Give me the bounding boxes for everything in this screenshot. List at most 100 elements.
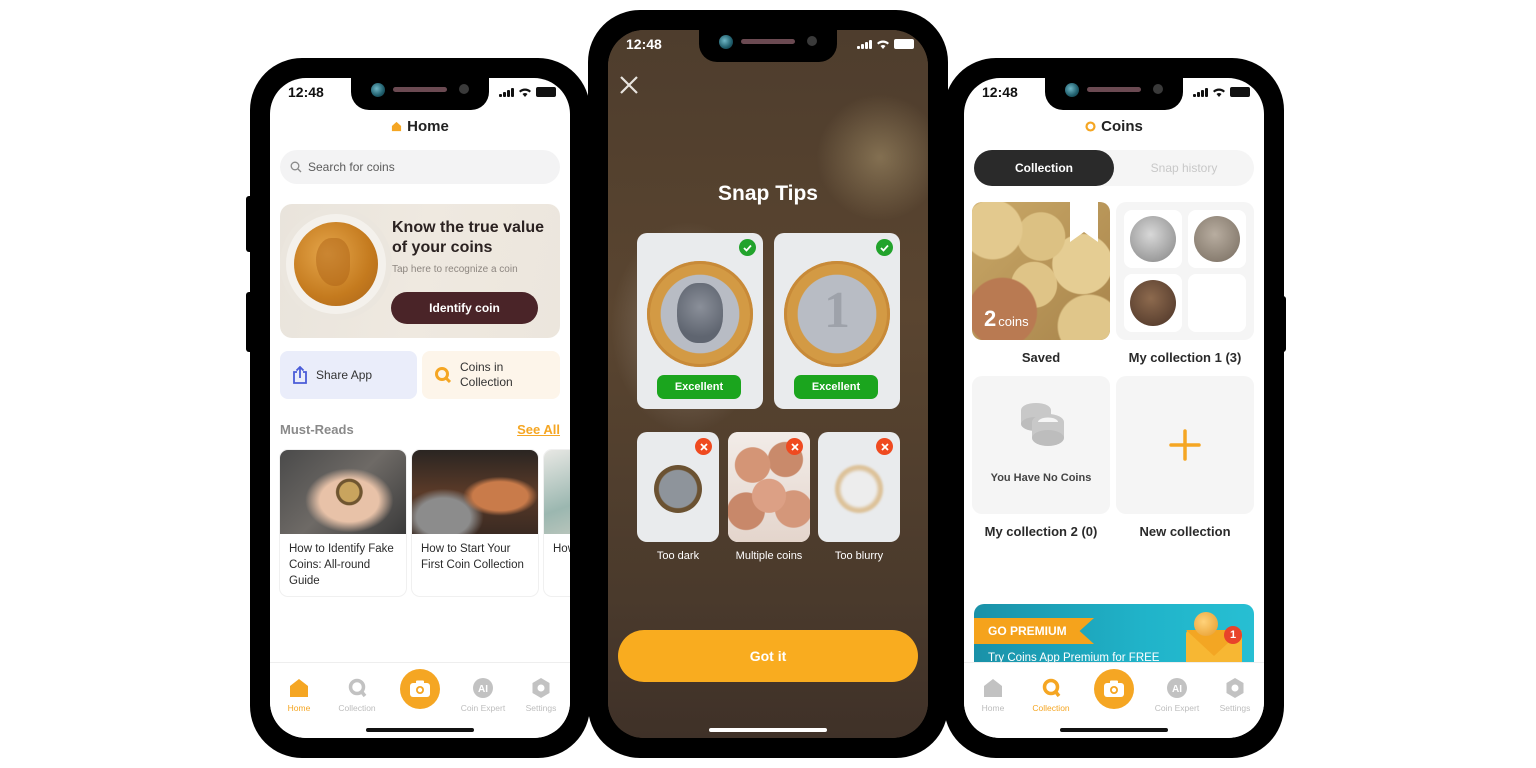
- close-icon[interactable]: [618, 74, 640, 96]
- tab-collection[interactable]: Collection: [328, 677, 386, 713]
- coins-screen: 12:48 Coins Collection Snap history 2 co…: [964, 78, 1264, 738]
- coin-image: [654, 465, 702, 513]
- share-app-label: Share App: [316, 367, 373, 382]
- notch: [699, 30, 837, 62]
- article-image: [544, 450, 570, 534]
- collection-name: My collection 2 (0): [984, 524, 1098, 539]
- article-title: How to v... a c...: [553, 543, 570, 555]
- home-icon: [392, 121, 402, 132]
- camera-icon: [410, 680, 430, 697]
- tab-label: Settings: [1219, 703, 1251, 713]
- camera-button[interactable]: [400, 669, 440, 709]
- tab-label: Settings: [525, 703, 557, 713]
- bad-example-card: [637, 432, 719, 542]
- coin-thumb: [1124, 210, 1182, 268]
- article-image: [412, 450, 538, 534]
- articles-list: How to Identify Fake Coins: All-round Gu…: [280, 450, 570, 596]
- collection-icon: [1042, 678, 1061, 698]
- see-all-link[interactable]: See All: [517, 422, 560, 437]
- tab-coin-expert[interactable]: AI Coin Expert: [1148, 677, 1206, 713]
- tab-settings[interactable]: Settings: [512, 677, 570, 713]
- svg-text:AI: AI: [1172, 684, 1182, 695]
- status-time: 12:48: [288, 84, 324, 100]
- collection-name: New collection: [1139, 524, 1231, 539]
- coin-image: [784, 261, 890, 367]
- tab-snap-history[interactable]: Snap history: [1114, 150, 1254, 186]
- empty-state-text: You Have No Coins: [990, 472, 1092, 484]
- status-time: 12:48: [626, 36, 662, 52]
- home-icon: [290, 679, 308, 697]
- tab-settings[interactable]: Settings: [1206, 677, 1264, 713]
- coin-thumb: [1124, 274, 1182, 332]
- home-indicator: [366, 728, 474, 732]
- battery-icon: [536, 87, 556, 97]
- app-showcase: 12:48 Home Know the true value of your c…: [0, 0, 1536, 768]
- snap-tips-title: Snap Tips: [718, 182, 818, 205]
- identify-banner[interactable]: Know the true value of your coins Tap he…: [280, 204, 560, 338]
- coin-image: [835, 465, 883, 513]
- article-card[interactable]: How to Start Your First Coin Collection: [412, 450, 538, 596]
- article-card[interactable]: How to Identify Fake Coins: All-round Gu…: [280, 450, 406, 596]
- collection-name: Saved: [1021, 350, 1061, 365]
- coin-image: [647, 261, 753, 367]
- good-example-card: Excellent: [774, 233, 900, 409]
- tab-collection[interactable]: Collection: [1022, 677, 1080, 713]
- notification-badge: 1: [1224, 626, 1242, 644]
- page-title: Home: [270, 118, 570, 135]
- tab-collection-segment[interactable]: Collection: [974, 150, 1114, 186]
- plus-icon: [1169, 429, 1201, 461]
- tab-label: Collection: [1032, 703, 1070, 713]
- identify-coin-button[interactable]: Identify coin: [391, 292, 538, 324]
- camera-button[interactable]: [1094, 669, 1134, 709]
- ai-icon: AI: [473, 678, 493, 698]
- tab-label: Collection: [338, 703, 376, 713]
- search-input[interactable]: [308, 160, 508, 174]
- rating-badge: Excellent: [794, 375, 878, 399]
- home-indicator: [709, 728, 827, 732]
- tab-home[interactable]: Home: [964, 677, 1022, 713]
- share-app-button[interactable]: Share App: [280, 351, 417, 399]
- cross-icon: [695, 438, 712, 455]
- tab-label: Coin Expert: [460, 703, 506, 713]
- search-icon: [290, 161, 302, 173]
- battery-icon: [1230, 87, 1250, 97]
- cross-icon: [876, 438, 893, 455]
- tab-label: Home: [981, 703, 1005, 713]
- notch: [1045, 78, 1183, 110]
- settings-icon: [532, 678, 550, 698]
- empty-slot: [1188, 274, 1246, 332]
- tab-label: Coin Expert: [1154, 703, 1200, 713]
- battery-icon: [894, 39, 914, 49]
- bad-example-label: Too dark: [656, 550, 700, 562]
- rating-badge: Excellent: [657, 375, 741, 399]
- new-collection-button[interactable]: [1116, 376, 1254, 514]
- phone-coins: 12:48 Coins Collection Snap history 2 co…: [944, 58, 1284, 758]
- coin-icon: [1085, 121, 1096, 132]
- check-icon: [876, 239, 893, 256]
- phone-snap-tips: 12:48 Snap Tips Excellent Excellent: [588, 10, 948, 758]
- snap-tips-screen: 12:48 Snap Tips Excellent Excellent: [608, 30, 928, 738]
- article-card[interactable]: How to v... a c...: [544, 450, 570, 596]
- wifi-icon: [1212, 87, 1226, 97]
- coins-in-collection-button[interactable]: Coins in Collection: [422, 351, 560, 399]
- coin-count: 2 coins: [984, 306, 1029, 332]
- collection-card[interactable]: You Have No Coins: [972, 376, 1110, 514]
- wifi-icon: [518, 87, 532, 97]
- collection-name: My collection 1 (3): [1128, 350, 1242, 365]
- page-title: Coins: [964, 118, 1264, 135]
- collection-card[interactable]: [1116, 202, 1254, 340]
- collection-icon: [348, 678, 367, 698]
- search-bar[interactable]: [280, 150, 560, 184]
- ai-icon: AI: [1167, 678, 1187, 698]
- tab-home[interactable]: Home: [270, 677, 328, 713]
- section-title: Must-Reads: [280, 422, 354, 437]
- signal-icon: [499, 87, 514, 97]
- got-it-button[interactable]: Got it: [618, 630, 918, 682]
- home-indicator: [1060, 728, 1168, 732]
- good-example-card: Excellent: [637, 233, 763, 409]
- tab-coin-expert[interactable]: AI Coin Expert: [454, 677, 512, 713]
- coins-in-collection-label: Coins in Collection: [460, 360, 513, 389]
- cross-icon: [786, 438, 803, 455]
- signal-icon: [857, 39, 872, 49]
- collection-card-saved[interactable]: 2 coins: [972, 202, 1110, 340]
